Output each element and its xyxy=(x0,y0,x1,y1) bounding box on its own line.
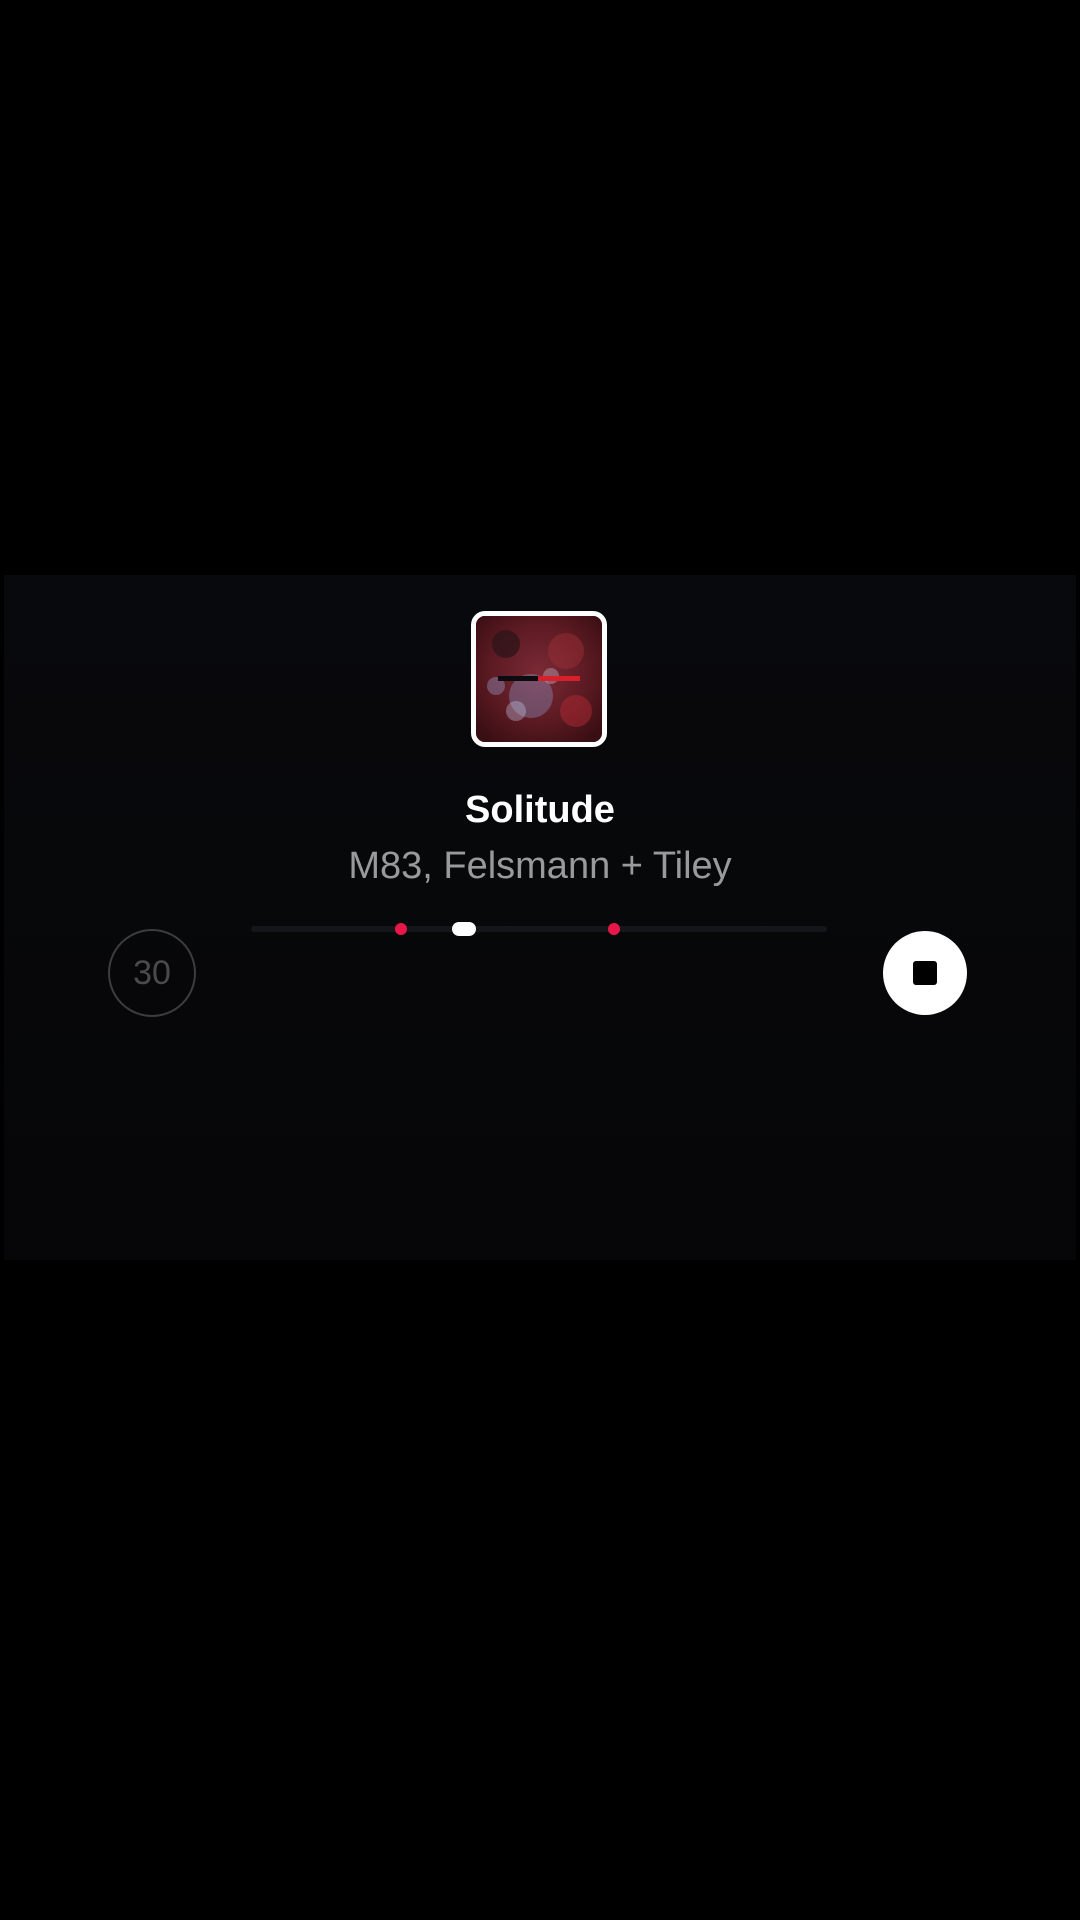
stop-button[interactable] xyxy=(883,931,967,1015)
track-title: Solitude xyxy=(465,789,615,831)
album-art-image xyxy=(476,616,602,742)
progress-track[interactable] xyxy=(251,922,827,936)
duration-button[interactable]: 30 xyxy=(108,929,196,1017)
album-cover[interactable] xyxy=(471,611,607,747)
progress-thumb[interactable] xyxy=(452,922,477,936)
highlight-marker xyxy=(394,923,407,935)
duration-label: 30 xyxy=(133,953,171,992)
screen: Solitude M83, Felsmann + Tiley 30 xyxy=(0,0,1080,1920)
highlight-marker xyxy=(607,923,620,935)
stop-icon xyxy=(913,961,937,985)
track-artist: M83, Felsmann + Tiley xyxy=(348,845,732,887)
